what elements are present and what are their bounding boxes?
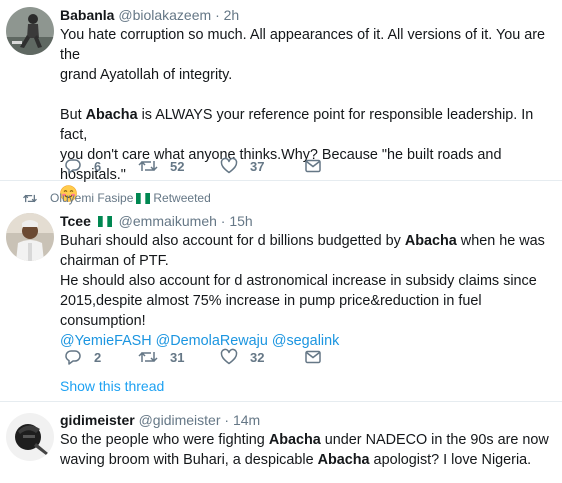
text-line: He should also account for d astronomica… (60, 273, 537, 289)
display-name[interactable]: Tcee (60, 213, 91, 229)
tweet-text: So the people who were fighting Abacha u… (60, 430, 558, 470)
heart-icon (220, 348, 238, 365)
message-button[interactable] (304, 347, 322, 367)
text-line: But Abacha is ALWAYS your reference poin… (60, 107, 534, 143)
retweet-count: 52 (170, 158, 185, 174)
timestamp[interactable]: 14m (233, 412, 260, 428)
nigeria-flag-icon (97, 212, 112, 227)
retweet-icon (138, 351, 158, 363)
envelope-icon (305, 350, 321, 364)
tweet-text: You hate corruption so much. All appeara… (60, 25, 558, 205)
avatar[interactable] (6, 7, 54, 55)
reply-count: 2 (94, 349, 102, 365)
tweet-text: Buhari should also account for d billion… (60, 231, 558, 351)
reply-icon (65, 350, 81, 365)
like-count: 37 (250, 158, 265, 174)
reply-count: 6 (94, 158, 102, 174)
username[interactable]: @biolakazeem (118, 7, 211, 23)
nigeria-flag-icon (136, 192, 151, 204)
heart-icon (220, 157, 238, 174)
tweet-header: Babanla @biolakazeem · 2h (60, 5, 558, 25)
text-line: chairman of PTF. (60, 253, 169, 269)
text-line: grand Ayatollah of integrity. (60, 67, 233, 83)
text-line: You hate corruption so much. All appeara… (60, 27, 546, 63)
tweet-actions: 6 52 37 (60, 156, 360, 176)
retweet-count: 31 (170, 349, 185, 365)
timestamp[interactable]: 2h (224, 7, 240, 23)
separator-dot: · (220, 213, 226, 229)
avatar[interactable] (6, 413, 54, 461)
reply-icon (65, 159, 81, 174)
tweet-babanla[interactable]: Babanla @biolakazeem · 2h You hate corru… (0, 0, 562, 202)
separator-dot: · (215, 7, 220, 23)
like-count: 32 (250, 349, 265, 365)
retweeted-by: Oluyemi Fasipe Retweeted (22, 190, 211, 206)
show-thread-link[interactable]: Show this thread (60, 377, 164, 395)
like-button[interactable]: 37 (220, 156, 264, 176)
display-name[interactable]: Babanla (60, 7, 114, 23)
text-line: Buhari should also account for d billion… (60, 233, 545, 249)
tweet-header: gidimeister @gidimeister · 14m (60, 410, 558, 430)
retweet-button[interactable]: 52 (138, 156, 184, 176)
avatar[interactable] (6, 213, 54, 261)
retweeted-label: Retweeted (153, 191, 211, 205)
separator-dot: · (224, 412, 230, 428)
highlight-keyword: Abacha (317, 452, 370, 468)
timestamp[interactable]: 15h (229, 213, 252, 229)
like-button[interactable]: 32 (220, 347, 264, 367)
retweet-small-icon (23, 194, 37, 202)
highlight-keyword: Abacha (85, 107, 138, 123)
retweet-icon (138, 160, 158, 172)
tweet-tcee[interactable]: Oluyemi Fasipe Retweeted Tcee @emmaikume… (0, 181, 562, 402)
username[interactable]: @gidimeister (139, 412, 221, 428)
reply-button[interactable]: 6 (64, 156, 101, 176)
timeline: Babanla @biolakazeem · 2h You hate corru… (0, 0, 562, 483)
tweet-actions: 2 31 32 (60, 347, 360, 367)
message-button[interactable] (304, 156, 322, 176)
text-line: 2015,despite almost 75% increase in pump… (60, 293, 482, 329)
username[interactable]: @emmaikumeh (119, 213, 217, 229)
tweet-header: Tcee @emmaikumeh · 15h (60, 211, 558, 231)
text-line: waving broom with Buhari, a despicable A… (60, 452, 532, 468)
highlight-keyword: Abacha (404, 233, 457, 249)
reply-button[interactable]: 2 (64, 347, 101, 367)
tweet-gidimeister[interactable]: gidimeister @gidimeister · 14m So the pe… (0, 402, 562, 483)
display-name[interactable]: gidimeister (60, 412, 135, 428)
text-line: So the people who were fighting Abacha u… (60, 432, 549, 448)
envelope-icon (305, 159, 321, 173)
highlight-keyword: Abacha (268, 432, 321, 448)
retweeter-name[interactable]: Oluyemi Fasipe (50, 191, 133, 205)
retweet-button[interactable]: 31 (138, 347, 184, 367)
